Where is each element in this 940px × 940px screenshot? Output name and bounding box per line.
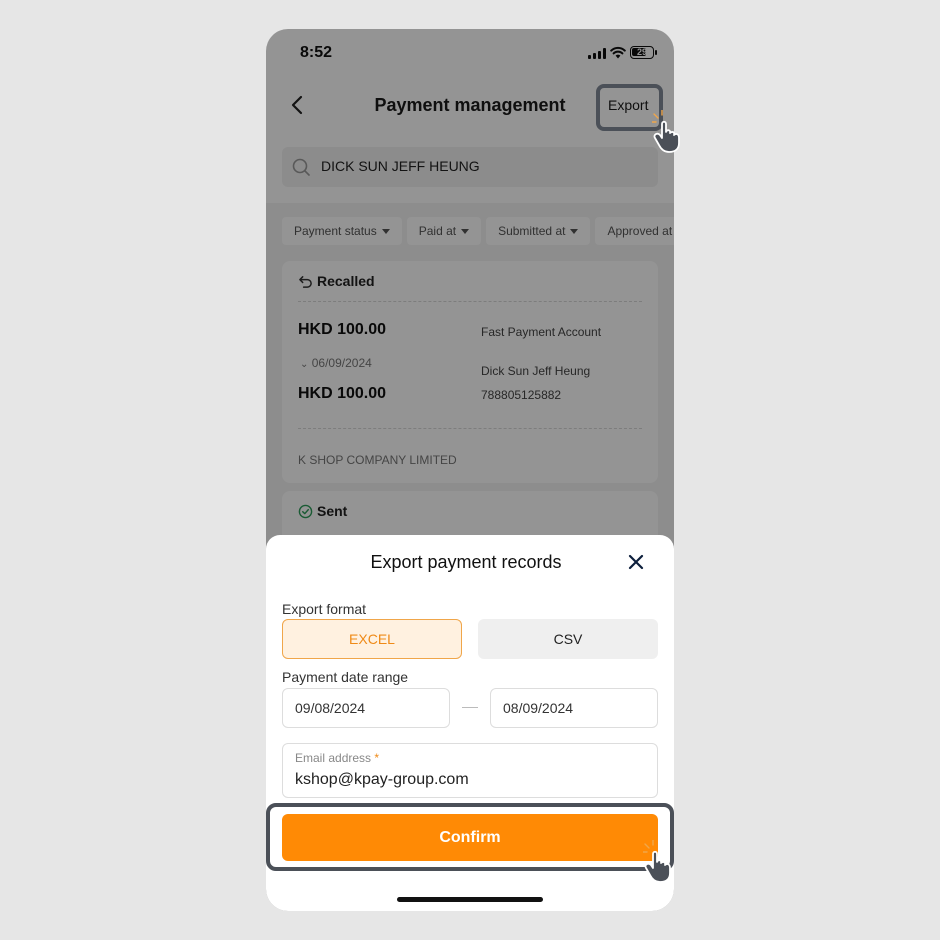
email-value: kshop@kpay-group.com: [295, 771, 469, 788]
phone-screen: 8:52 29 Payment management Export DICK S…: [266, 29, 674, 911]
format-csv-option[interactable]: CSV: [478, 619, 658, 659]
close-icon[interactable]: [628, 554, 644, 570]
start-date-field[interactable]: 09/08/2024: [282, 688, 450, 728]
confirm-highlight: [266, 803, 674, 871]
sheet-title: Export payment records: [370, 552, 562, 572]
tap-hand-icon: [643, 840, 671, 883]
email-label-text: Email address: [295, 751, 372, 765]
home-indicator: [397, 897, 543, 902]
export-format-label: Export format: [282, 601, 367, 617]
date-range-separator: [462, 707, 478, 708]
end-date-field[interactable]: 08/09/2024: [490, 688, 658, 728]
email-label: Email address *: [295, 751, 379, 765]
email-field[interactable]: Email address * kshop@kpay-group.com: [282, 743, 658, 798]
tap-hand-icon: [652, 110, 680, 153]
format-excel-option[interactable]: EXCEL: [282, 619, 462, 659]
date-range-label: Payment date range: [282, 669, 409, 685]
required-marker: *: [374, 751, 380, 765]
